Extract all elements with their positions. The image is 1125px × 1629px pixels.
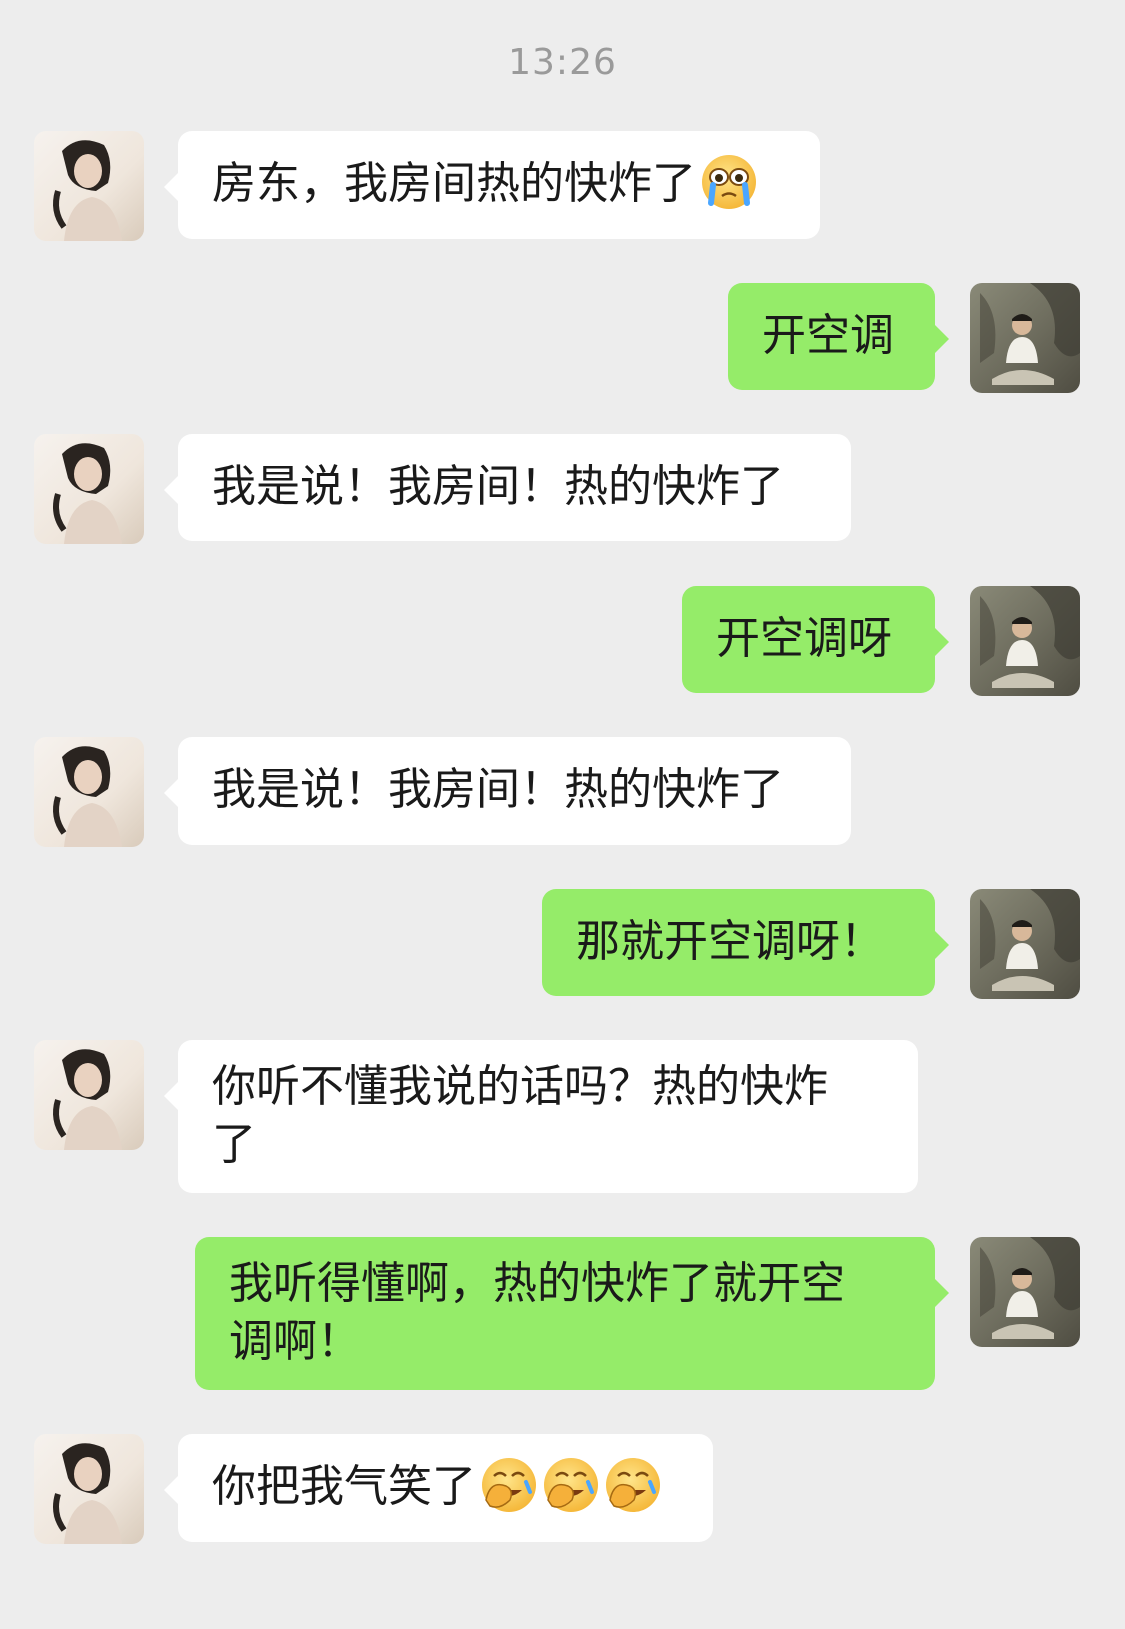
user-avatar[interactable] bbox=[970, 889, 1080, 999]
message-text: 开空调呀 bbox=[716, 613, 892, 664]
message-text-line-2: 了 bbox=[212, 1119, 256, 1170]
message-text-line-2: 调啊！ bbox=[229, 1316, 361, 1367]
contact-avatar[interactable] bbox=[34, 1434, 144, 1544]
message-text: 那就开空调呀！ bbox=[576, 916, 884, 967]
message-text: 我是说！我房间！热的快炸了 bbox=[212, 764, 784, 815]
message-text: 房东，我房间热的快炸了 bbox=[212, 158, 696, 209]
incoming-message[interactable]: 你把我气笑了 bbox=[164, 1434, 713, 1542]
user-avatar[interactable] bbox=[970, 586, 1080, 696]
facepalm-laugh-icon bbox=[604, 1456, 662, 1514]
message-text: 你把我气笑了 bbox=[212, 1461, 476, 1512]
incoming-message[interactable]: 我是说！我房间！热的快炸了 bbox=[164, 737, 851, 845]
message-text-line-1: 我听得懂啊，热的快炸了就开空 bbox=[229, 1258, 845, 1309]
crying-face-icon bbox=[700, 153, 758, 211]
incoming-message[interactable]: 房东，我房间热的快炸了 bbox=[164, 131, 820, 239]
outgoing-message[interactable]: 那就开空调呀！ bbox=[542, 889, 949, 996]
contact-avatar[interactable] bbox=[34, 434, 144, 544]
message-text: 我是说！我房间！热的快炸了 bbox=[212, 461, 784, 512]
outgoing-message[interactable]: 开空调 bbox=[728, 283, 949, 390]
contact-avatar[interactable] bbox=[34, 1040, 144, 1150]
user-avatar[interactable] bbox=[970, 1237, 1080, 1347]
facepalm-laugh-icon bbox=[480, 1456, 538, 1514]
outgoing-message[interactable]: 开空调呀 bbox=[682, 586, 949, 693]
outgoing-message[interactable]: 我听得懂啊，热的快炸了就开空 调啊！ bbox=[195, 1237, 949, 1390]
facepalm-laugh-icon bbox=[542, 1456, 600, 1514]
message-text: 开空调 bbox=[762, 310, 894, 361]
incoming-message[interactable]: 你听不懂我说的话吗？热的快炸 了 bbox=[164, 1040, 918, 1193]
timestamp: 13:26 bbox=[508, 42, 617, 83]
message-text-line-1: 你听不懂我说的话吗？热的快炸 bbox=[212, 1061, 828, 1112]
contact-avatar[interactable] bbox=[34, 131, 144, 241]
incoming-message[interactable]: 我是说！我房间！热的快炸了 bbox=[164, 434, 851, 541]
user-avatar[interactable] bbox=[970, 283, 1080, 393]
contact-avatar[interactable] bbox=[34, 737, 144, 847]
